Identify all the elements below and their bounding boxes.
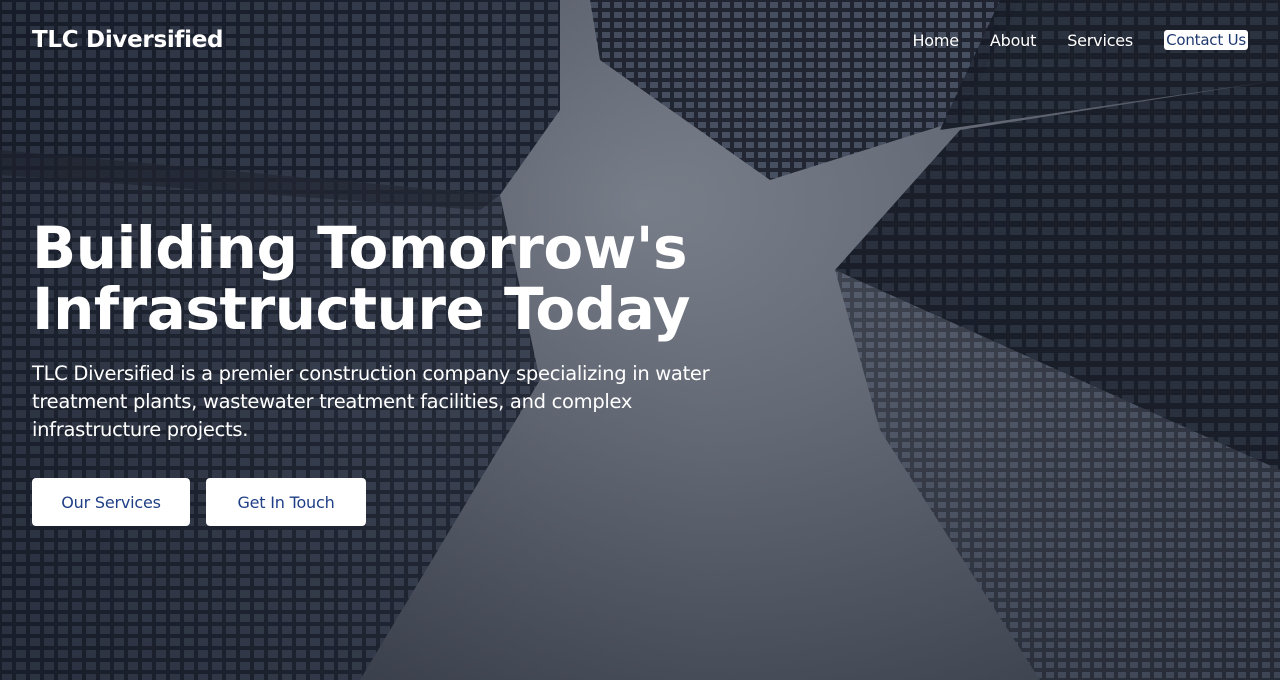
hero-buttons: Our Services Get In Touch <box>32 478 732 526</box>
brand-logo[interactable]: TLC Diversified <box>32 27 223 53</box>
hero-headline: Building Tomorrow's Infrastructure Today <box>32 218 732 340</box>
hero-tagline: TLC Diversified is a premier constructio… <box>32 362 710 441</box>
hero-content: Building Tomorrow's Infrastructure Today… <box>32 218 732 526</box>
get-in-touch-button[interactable]: Get In Touch <box>206 478 366 526</box>
nav-link-contact-us[interactable]: Contact Us <box>1164 30 1248 50</box>
main-nav: Home About Services Contact Us <box>912 30 1248 50</box>
our-services-button[interactable]: Our Services <box>32 478 190 526</box>
site-header: TLC Diversified Home About Services Cont… <box>0 0 1280 80</box>
hero-headline-line1: Building Tomorrow's <box>32 214 688 282</box>
hero-headline-line2: Infrastructure Today <box>32 275 690 343</box>
nav-link-services[interactable]: Services <box>1067 31 1133 50</box>
nav-link-about[interactable]: About <box>990 31 1037 50</box>
nav-link-home[interactable]: Home <box>912 31 959 50</box>
